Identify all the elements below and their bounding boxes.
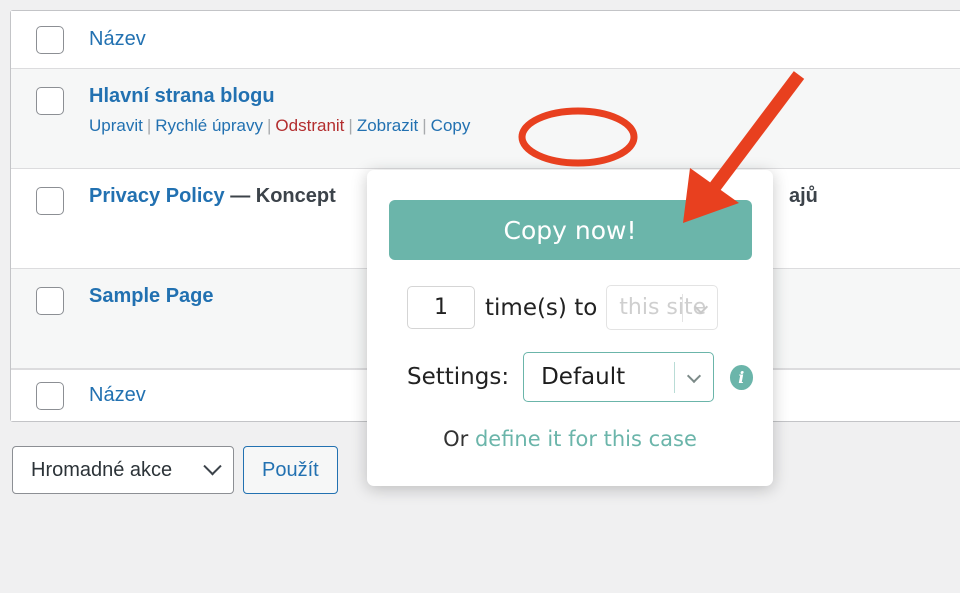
row-checkbox-cell (11, 269, 89, 315)
post-title-link[interactable]: Privacy Policy — Koncept (89, 183, 336, 209)
select-divider (682, 294, 684, 322)
settings-label: Settings: (407, 364, 510, 390)
row-action-edit[interactable]: Upravit (89, 116, 143, 135)
copy-settings-row: Settings: Default i (387, 352, 753, 402)
define-case-row: Or define it for this case (387, 427, 753, 451)
action-separator: | (348, 116, 353, 135)
post-title-link[interactable]: Sample Page (89, 283, 214, 309)
row-checkbox[interactable] (36, 187, 64, 215)
select-all-checkbox-bottom[interactable] (36, 381, 64, 410)
column-header-title[interactable]: Název (89, 28, 146, 50)
target-site-select[interactable]: this site (606, 285, 719, 330)
info-icon-glyph: i (738, 367, 745, 387)
select-all-cell (11, 381, 89, 410)
row-trailing-text: ajů (789, 185, 818, 207)
column-footer-title[interactable]: Název (89, 384, 146, 406)
post-title-text: Privacy Policy (89, 185, 225, 207)
bulk-actions-bar: Hromadné akce Použít (12, 446, 338, 494)
bulk-actions-select[interactable]: Hromadné akce (12, 446, 234, 494)
row-checkbox-cell (11, 169, 89, 215)
apply-button[interactable]: Použít (243, 446, 338, 494)
bulk-actions-select-value: Hromadné akce (31, 458, 173, 481)
copy-popup: Copy now! 1 time(s) to this site Setting… (367, 170, 773, 486)
column-footer-title-cell: Název (89, 384, 146, 407)
table-row: Hlavní strana blogu Upravit | Rychlé úprav… (11, 69, 960, 169)
target-site-value: this site (619, 295, 707, 320)
row-title-cell: Sample Page (89, 269, 214, 309)
select-divider (673, 362, 675, 393)
row-title-cell: Hlavní strana blogu Upravit | Rychlé úprav… (89, 69, 470, 136)
row-checkbox-cell (11, 69, 89, 115)
table-header-row: Název (11, 11, 960, 69)
post-state-badge: — Koncept (230, 185, 336, 207)
action-separator: | (267, 116, 272, 135)
row-actions: Upravit | Rychlé úpravy | Odstranit | Zobrazit… (89, 116, 470, 136)
action-separator: | (422, 116, 427, 135)
row-title-cell: Privacy Policy — Koncept (89, 169, 336, 209)
copy-times-row: 1 time(s) to this site (387, 285, 753, 330)
action-separator: | (146, 116, 152, 135)
row-checkbox[interactable] (36, 287, 64, 315)
column-header-title-cell: Název (89, 28, 146, 51)
chevron-down-icon (203, 456, 222, 475)
select-all-checkbox-top[interactable] (36, 25, 64, 54)
copy-times-input[interactable]: 1 (407, 286, 475, 329)
row-action-quick-edit[interactable]: Rychlé úpravy (155, 116, 263, 135)
or-text: Or (443, 427, 469, 451)
settings-select[interactable]: Default (523, 352, 714, 402)
screenshot-root: Název Hlavní strana blogu Upravit | Rychlé… (0, 0, 960, 593)
apply-button-label: Použít (262, 458, 319, 481)
row-action-trash[interactable]: Odstranit (275, 116, 344, 135)
row-action-copy[interactable]: Copy (431, 116, 471, 135)
copy-times-label: time(s) to (485, 294, 598, 321)
chevron-down-icon (686, 368, 701, 384)
info-icon[interactable]: i (729, 364, 753, 390)
define-it-for-this-case-link[interactable]: define it for this case (475, 427, 697, 451)
settings-select-value: Default (541, 364, 626, 390)
row-action-view[interactable]: Zobrazit (357, 116, 418, 135)
post-title-link[interactable]: Hlavní strana blogu (89, 83, 470, 109)
select-all-cell (11, 25, 89, 54)
copy-now-label: Copy now! (503, 215, 637, 245)
copy-now-button[interactable]: Copy now! (388, 200, 752, 260)
row-checkbox[interactable] (36, 87, 64, 115)
